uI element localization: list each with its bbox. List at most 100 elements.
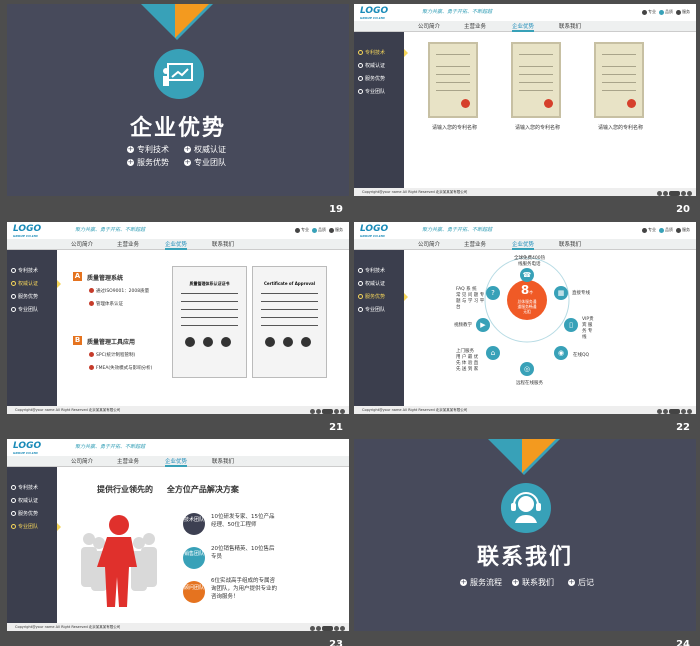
page-indicator: [669, 190, 680, 196]
nav-item[interactable]: 联系我们: [559, 240, 581, 248]
nav-item[interactable]: 主营业务: [117, 457, 139, 465]
tools-bullet: FMEA(失效模式与影响分析): [89, 365, 152, 371]
advisor-team-badge: 顾问团队: [183, 581, 205, 603]
nav-item-active[interactable]: 企业优势: [165, 240, 188, 250]
patent-caption: 请输入您的专利名称: [515, 125, 561, 131]
phone-icon: ☎: [520, 268, 534, 282]
sidebar-item-patent[interactable]: 专利技术: [358, 49, 385, 56]
slide-header: LOGO GROUP CO.LTD 聚力共赢、勇于开拓、不断超越 专业 品质 服务: [354, 4, 696, 22]
end-icon[interactable]: [340, 408, 345, 414]
sidebar: 专利技术 权威认证 服务优势 专业团队: [354, 32, 408, 188]
slogan: 聚力共赢、勇于开拓、不断超越: [422, 227, 493, 233]
slide-19-thumb[interactable]: 企业优势 + 专利技术 + 权威认证 + 服务优势 + 专业团队 19: [7, 4, 349, 218]
logo: LOGO GROUP CO.LTD: [13, 441, 42, 455]
sidebar-item-team[interactable]: 专业团队: [11, 306, 38, 313]
sidebar-item-team[interactable]: 专业团队: [11, 523, 38, 530]
tech-team-badge: 技术团队: [183, 513, 205, 535]
nav-item[interactable]: 联系我们: [212, 240, 234, 248]
plus-icon: +: [568, 578, 575, 586]
footer: Copyright@your name All Right Reserved 北…: [354, 406, 696, 414]
quality-bullet: 通过ISO9001：2008质量: [89, 288, 149, 294]
item-label: 联系我们: [522, 578, 554, 587]
sidebar-item-patent[interactable]: 专利技术: [11, 267, 38, 274]
prev-icon[interactable]: [316, 408, 321, 414]
next-icon[interactable]: [334, 408, 339, 414]
section-title: 企业优势: [129, 116, 226, 141]
logo-icon: [265, 337, 275, 347]
end-icon[interactable]: [340, 625, 345, 631]
sidebar-item-service[interactable]: 服务优势: [358, 75, 385, 82]
logo-icon: [221, 337, 231, 347]
next-icon[interactable]: [681, 408, 686, 414]
label: 直接专线: [572, 291, 590, 296]
logo-icon: [203, 337, 213, 347]
sidebar-item-cert[interactable]: 权威认证: [11, 497, 38, 504]
header-icons: 专业 品质 服务: [639, 227, 690, 233]
quality-icon: [659, 227, 664, 233]
badge-b: B: [73, 336, 82, 345]
prev-icon[interactable]: [316, 625, 321, 631]
sidebar-item-service[interactable]: 服务优势: [358, 293, 385, 300]
footer: Copyright@your name All Right Reserved 北…: [354, 188, 696, 196]
slide-number: 23: [329, 639, 343, 646]
label: 先 送 到 家: [456, 367, 479, 372]
sidebar: 专利技术 权威认证 服务优势 专业团队: [7, 250, 61, 406]
home-icon[interactable]: [310, 408, 315, 414]
end-icon[interactable]: [687, 190, 692, 196]
slide-20: LOGO GROUP CO.LTD 聚力共赢、勇于开拓、不断超越 专业 品质 服务 公…: [354, 4, 696, 196]
slide-22-thumb[interactable]: LOGO GROUP CO.LTD 聚力共赢、勇于开拓、不断超越 专业 品质 服务 公…: [354, 222, 696, 436]
sidebar-item-patent[interactable]: 专利技术: [358, 267, 385, 274]
nav-item[interactable]: 公司简介: [418, 22, 440, 30]
slide-20-thumb[interactable]: LOGO GROUP CO.LTD 聚力共赢、勇于开拓、不断超越 专业 品质 服务 公…: [354, 4, 696, 218]
nav-bar: 公司简介 主营业务 企业优势 联系我们: [354, 21, 696, 32]
nav-item[interactable]: 联系我们: [559, 22, 581, 30]
page-indicator: [669, 408, 680, 414]
slide-number: 21: [329, 422, 343, 433]
header-icons: 专业 品质 服务: [639, 9, 690, 15]
sidebar-item-team[interactable]: 专业团队: [358, 306, 385, 313]
next-icon[interactable]: [681, 190, 686, 196]
nav-item[interactable]: 主营业务: [464, 22, 486, 30]
nav-item-active[interactable]: 企业优势: [165, 457, 188, 467]
prev-icon[interactable]: [663, 408, 668, 414]
quality-system-title: 质量管理系统: [87, 275, 124, 282]
nav-bar: 公司简介 主营业务 企业优势 联系我们: [7, 239, 349, 250]
sidebar-item-service[interactable]: 服务优势: [11, 510, 38, 517]
nav-item[interactable]: 联系我们: [212, 457, 234, 465]
label: 在线QQ: [573, 353, 590, 358]
sidebar-item-patent[interactable]: 专利技术: [11, 484, 38, 491]
item-label: 后记: [578, 578, 594, 587]
quality-bullet: 管理体系认证: [89, 301, 123, 307]
home-icon[interactable]: [657, 190, 662, 196]
service-hub: 8个 总体服务通 道服务畅通 无阻: [507, 280, 547, 320]
nav-item[interactable]: 主营业务: [117, 240, 139, 248]
active-arrow-icon: [404, 293, 408, 301]
slide-22: LOGO GROUP CO.LTD 聚力共赢、勇于开拓、不断超越 专业 品质 服务 公…: [354, 222, 696, 414]
sidebar-item-cert[interactable]: 权威认证: [11, 280, 38, 287]
slide-number: 22: [676, 422, 690, 433]
sidebar-item-cert[interactable]: 权威认证: [358, 62, 385, 69]
sidebar-item-team[interactable]: 专业团队: [358, 88, 385, 95]
slide-23-thumb[interactable]: LOGO GROUP CO.LTD 聚力共赢、勇于开拓、不断超越 公司简介 主营业…: [7, 439, 349, 646]
plus-icon: +: [127, 145, 134, 153]
end-icon[interactable]: [687, 408, 692, 414]
slide-21-thumb[interactable]: LOGO GROUP CO.LTD 聚力共赢、勇于开拓、不断超越 专业 品质 服务 公…: [7, 222, 349, 436]
sidebar-item-service[interactable]: 服务优势: [11, 293, 38, 300]
service-icon: [676, 227, 681, 233]
nav-item[interactable]: 主营业务: [464, 240, 486, 248]
next-icon[interactable]: [334, 625, 339, 631]
home-icon[interactable]: [310, 625, 315, 631]
quality-icon: [312, 227, 317, 233]
nav-item-active[interactable]: 企业优势: [512, 240, 535, 250]
nav-item-active[interactable]: 企业优势: [512, 22, 535, 32]
nav-item[interactable]: 公司简介: [418, 240, 440, 248]
nav-item[interactable]: 公司简介: [71, 457, 93, 465]
sidebar-item-cert[interactable]: 权威认证: [358, 280, 385, 287]
prev-icon[interactable]: [663, 190, 668, 196]
slide-24-thumb[interactable]: 联系我们 + 服务流程 + 联系我们 + 后记 24: [354, 439, 696, 646]
sidebar: 专利技术 权威认证 服务优势 专业团队: [7, 467, 61, 623]
logo-icon: [301, 337, 311, 347]
nav-item[interactable]: 公司简介: [71, 240, 93, 248]
slide-24: 联系我们 + 服务流程 + 联系我们 + 后记: [354, 439, 696, 631]
home-icon[interactable]: [657, 408, 662, 414]
